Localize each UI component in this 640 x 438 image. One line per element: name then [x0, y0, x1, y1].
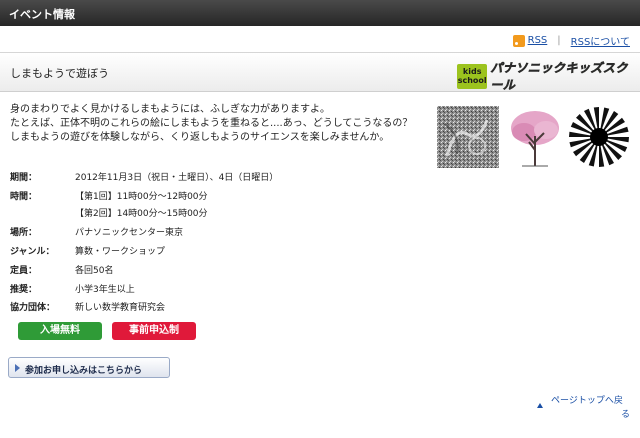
rss-separator: | [557, 35, 561, 46]
kids-school-logo-badge: kids school [457, 63, 488, 89]
intro-text: 身のまわりでよく見かけるしまもようには、ふしぎな力がありますよ。 たとえば、正体… [10, 103, 430, 145]
page-top-label-cont: る [621, 410, 631, 420]
detail-label: 協力団体： [10, 303, 56, 313]
apply-button[interactable]: 参加お申し込みはこちらから [8, 357, 170, 378]
rss-about-link[interactable]: RSSについて [571, 33, 630, 48]
rss-link[interactable]: RSS [528, 35, 548, 46]
detail-value: 新しい数学教育研究会 [75, 303, 166, 313]
rss-icon [512, 34, 525, 47]
arrow-up-icon [537, 403, 543, 408]
free-admission-badge: 入場無料 [18, 322, 102, 340]
title-band: しまもようで遊ぼう kids school パナソニックキッズスクール [0, 52, 640, 92]
arrow-right-icon [15, 364, 20, 372]
advance-registration-badge: 事前申込制 [112, 322, 196, 340]
intro-line: たとえば、正体不明のこれらの絵にしまもようを重ねると....あっ、どうしてこうな… [10, 118, 413, 129]
blossom-tree-image [504, 106, 566, 168]
detail-label: ジャンル： [10, 247, 55, 257]
detail-value: パナソニックセンター東京 [75, 228, 184, 238]
page-top-label: ページトップへ戻 [551, 396, 623, 406]
detail-label: 定員： [10, 266, 38, 276]
detail-label: 推奨： [10, 285, 38, 295]
detail-label: 期間： [10, 173, 38, 183]
radial-stripe-image [568, 106, 630, 168]
kids-school-logo-text: パナソニックキッズスクール [490, 61, 628, 93]
detail-label: 時間： [10, 192, 38, 202]
intro-line: 身のまわりでよく見かけるしまもようには、ふしぎな力がありますよ。 [10, 104, 330, 115]
mystery-picture-image [437, 106, 499, 168]
kids-school-logo: kids school パナソニックキッズスクール [457, 59, 640, 93]
detail-value: 【第1回】11時00分～12時00分 [75, 192, 208, 202]
detail-value: 【第2回】14時00分～15時00分 [75, 209, 208, 219]
rss-links: RSS | RSSについて [512, 33, 630, 48]
section-header-title: イベント情報 [9, 8, 75, 21]
detail-value: 2012年11月3日（祝日・土曜日）、4日（日曜日） [75, 173, 279, 183]
section-header: イベント情報 [0, 0, 640, 26]
detail-value: 算数・ワークショップ [75, 247, 166, 257]
detail-label: 場所： [10, 228, 38, 238]
intro-line: しまもようの遊びを体験しながら、くり返しもようのサイエンスを楽しみませんか。 [10, 132, 390, 143]
page-title: しまもようで遊ぼう [10, 67, 109, 80]
detail-value: 小学3年生以上 [75, 285, 135, 295]
apply-button-label: 参加お申し込みはこちらから [25, 366, 143, 376]
detail-value: 各回50名 [75, 266, 114, 276]
